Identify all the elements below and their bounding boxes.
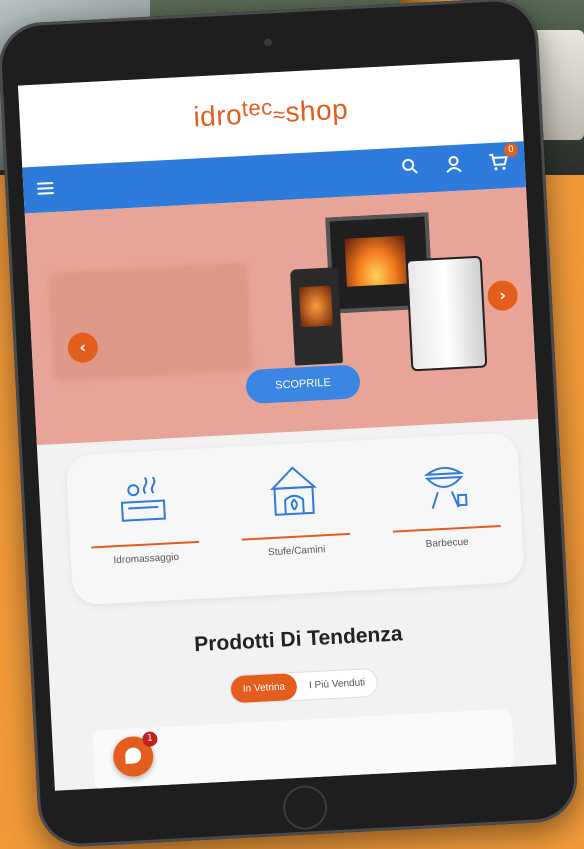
tablet-screen: idrotec≈shop 0 ‹ › SCOPRILE Idromassaggi… — [18, 59, 557, 791]
product-list-area — [91, 708, 515, 791]
category-idromassaggio[interactable]: Idromassaggio — [82, 465, 209, 605]
chat-bubble-icon — [124, 747, 142, 764]
section-title: Prodotti Di Tendenza — [193, 622, 404, 657]
search-icon[interactable] — [400, 157, 423, 180]
camera-dot — [263, 38, 273, 47]
category-barbecue[interactable]: Barbecue — [382, 449, 509, 589]
pellet-stove-image — [290, 267, 343, 366]
tab-piu-venduti[interactable]: I Più Venduti — [296, 669, 377, 700]
hero-banner: ‹ › SCOPRILE — [24, 187, 539, 446]
tablet-device: idrotec≈shop 0 ‹ › SCOPRILE Idromassaggi… — [0, 0, 580, 849]
hot-tub-icon — [121, 476, 167, 522]
category-stufe-camini[interactable]: Stufe/Camini — [232, 457, 359, 597]
hamburger-menu-icon[interactable] — [37, 181, 54, 196]
white-stove-image — [405, 255, 488, 372]
tab-in-vetrina[interactable]: In Vetrina — [230, 672, 298, 704]
scoprile-button[interactable]: SCOPRILE — [245, 364, 361, 405]
cart-icon[interactable]: 0 — [488, 142, 519, 175]
banner-background-wall — [47, 261, 254, 383]
user-icon[interactable] — [444, 154, 467, 177]
barbecue-icon — [423, 466, 468, 509]
nav-icons: 0 — [400, 142, 519, 180]
home-button[interactable] — [282, 784, 329, 831]
carousel-next-button[interactable]: › — [486, 279, 519, 312]
cart-count-badge: 0 — [503, 142, 519, 158]
brand-logo[interactable]: idrotec≈shop — [193, 93, 349, 133]
product-tabs: In Vetrina I Più Venduti — [229, 667, 379, 705]
fireplace-icon — [269, 466, 317, 516]
categories-panel: Idromassaggio Stufe/Camini Barbecue — [65, 432, 525, 606]
